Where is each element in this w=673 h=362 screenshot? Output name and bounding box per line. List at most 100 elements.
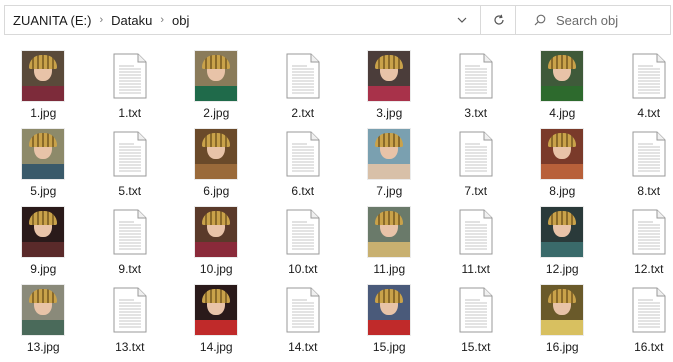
thumbnail-wrapper — [101, 128, 159, 180]
thumbnail-wrapper — [360, 128, 418, 180]
file-name-label: 14.jpg — [200, 340, 233, 354]
search-icon — [534, 14, 546, 26]
headdress-shape — [29, 211, 57, 225]
text-file-item[interactable]: 14.txt — [260, 284, 347, 362]
text-file-icon — [112, 209, 148, 255]
file-name-label: 14.txt — [288, 340, 317, 354]
text-file-item[interactable]: 11.txt — [433, 206, 520, 284]
file-name-label: 2.jpg — [203, 106, 229, 120]
chevron-right-icon[interactable]: › — [99, 14, 103, 26]
text-file-item[interactable]: 5.txt — [87, 128, 174, 206]
image-file-item[interactable]: 12.jpg — [519, 206, 606, 284]
image-file-item[interactable]: 10.jpg — [173, 206, 260, 284]
image-thumbnail — [541, 207, 583, 257]
image-thumbnail — [22, 129, 64, 179]
image-file-item[interactable]: 5.jpg — [0, 128, 87, 206]
thumbnail-wrapper — [447, 50, 505, 102]
text-file-item[interactable]: 4.txt — [606, 50, 673, 128]
refresh-button[interactable] — [480, 5, 516, 35]
thumbnail-wrapper — [14, 50, 72, 102]
search-input[interactable] — [556, 13, 646, 28]
thumbnail-wrapper — [274, 50, 332, 102]
text-file-icon — [285, 209, 321, 255]
headdress-shape — [548, 211, 576, 225]
thumbnail-wrapper — [620, 206, 673, 258]
chevron-down-icon[interactable] — [448, 5, 476, 35]
thumbnail-wrapper — [620, 50, 673, 102]
image-thumbnail — [368, 51, 410, 101]
headdress-shape — [29, 55, 57, 69]
text-file-item[interactable]: 6.txt — [260, 128, 347, 206]
text-file-item[interactable]: 2.txt — [260, 50, 347, 128]
file-name-label: 8.jpg — [549, 184, 575, 198]
chevron-right-icon[interactable]: › — [160, 14, 164, 26]
thumbnail-wrapper — [101, 206, 159, 258]
text-file-item[interactable]: 1.txt — [87, 50, 174, 128]
text-file-item[interactable]: 12.txt — [606, 206, 673, 284]
text-file-item[interactable]: 3.txt — [433, 50, 520, 128]
image-thumbnail — [22, 207, 64, 257]
text-file-icon — [458, 53, 494, 99]
search-box[interactable] — [515, 5, 671, 35]
image-file-item[interactable]: 2.jpg — [173, 50, 260, 128]
image-file-item[interactable]: 1.jpg — [0, 50, 87, 128]
image-file-item[interactable]: 14.jpg — [173, 284, 260, 362]
dress-shape — [22, 86, 64, 101]
thumbnail-wrapper — [187, 284, 245, 336]
thumbnail-wrapper — [14, 206, 72, 258]
headdress-shape — [202, 133, 230, 147]
headdress-shape — [29, 289, 57, 303]
text-file-item[interactable]: 9.txt — [87, 206, 174, 284]
file-name-label: 13.txt — [115, 340, 144, 354]
thumbnail-wrapper — [274, 284, 332, 336]
image-thumbnail — [195, 129, 237, 179]
file-name-label: 3.txt — [464, 106, 487, 120]
breadcrumb-drive[interactable]: ZUANITA (E:) — [13, 13, 91, 28]
text-file-icon — [285, 287, 321, 333]
text-file-item[interactable]: 15.txt — [433, 284, 520, 362]
image-file-item[interactable]: 6.jpg — [173, 128, 260, 206]
file-name-label: 10.txt — [288, 262, 317, 276]
dress-shape — [22, 164, 64, 179]
breadcrumb-dataku[interactable]: Dataku — [111, 13, 152, 28]
headdress-shape — [375, 289, 403, 303]
text-file-item[interactable]: 7.txt — [433, 128, 520, 206]
text-file-icon — [631, 53, 667, 99]
address-bar[interactable]: ZUANITA (E:) › Dataku › obj — [4, 5, 516, 35]
text-file-icon — [458, 131, 494, 177]
file-name-label: 4.jpg — [549, 106, 575, 120]
image-file-item[interactable]: 4.jpg — [519, 50, 606, 128]
image-file-item[interactable]: 7.jpg — [346, 128, 433, 206]
thumbnail-wrapper — [360, 50, 418, 102]
image-file-item[interactable]: 15.jpg — [346, 284, 433, 362]
thumbnail-wrapper — [274, 128, 332, 180]
text-file-icon — [285, 131, 321, 177]
image-file-item[interactable]: 16.jpg — [519, 284, 606, 362]
thumbnail-wrapper — [533, 128, 591, 180]
thumbnail-wrapper — [447, 206, 505, 258]
thumbnail-wrapper — [14, 128, 72, 180]
text-file-item[interactable]: 8.txt — [606, 128, 673, 206]
thumbnail-wrapper — [101, 284, 159, 336]
image-thumbnail — [541, 129, 583, 179]
breadcrumb-obj[interactable]: obj — [172, 13, 189, 28]
text-file-item[interactable]: 16.txt — [606, 284, 673, 362]
image-file-item[interactable]: 3.jpg — [346, 50, 433, 128]
dress-shape — [368, 164, 410, 179]
dress-shape — [195, 242, 237, 257]
file-name-label: 11.txt — [462, 262, 490, 276]
thumbnail-wrapper — [533, 284, 591, 336]
text-file-icon — [458, 287, 494, 333]
file-name-label: 10.jpg — [200, 262, 233, 276]
image-file-item[interactable]: 13.jpg — [0, 284, 87, 362]
image-file-item[interactable]: 9.jpg — [0, 206, 87, 284]
text-file-icon — [458, 209, 494, 255]
text-file-icon — [631, 287, 667, 333]
image-file-item[interactable]: 11.jpg — [346, 206, 433, 284]
file-name-label: 16.jpg — [546, 340, 579, 354]
image-file-item[interactable]: 8.jpg — [519, 128, 606, 206]
file-name-label: 7.txt — [464, 184, 487, 198]
dress-shape — [195, 86, 237, 101]
text-file-item[interactable]: 13.txt — [87, 284, 174, 362]
text-file-item[interactable]: 10.txt — [260, 206, 347, 284]
